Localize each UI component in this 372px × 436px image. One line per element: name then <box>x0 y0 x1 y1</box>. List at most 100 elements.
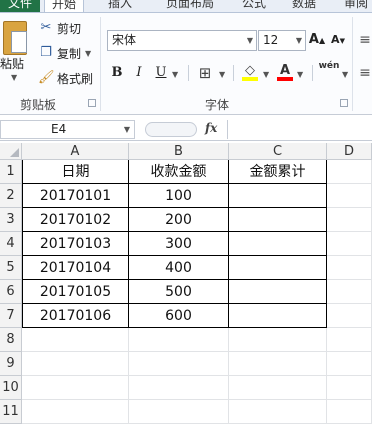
table-cell-date[interactable]: 20170105 <box>22 280 129 304</box>
fill-color-button[interactable]: ◇ <box>241 61 259 81</box>
table-cell-date[interactable]: 20170103 <box>22 232 129 256</box>
tab-formulas[interactable]: 公式 <box>242 0 266 12</box>
tab-home[interactable]: 开始 <box>44 0 84 12</box>
row-header-6[interactable]: 6 <box>0 280 22 304</box>
table-cell-date[interactable]: 20170101 <box>22 184 129 208</box>
table-cell-cumulative[interactable] <box>229 256 327 280</box>
table-cell[interactable] <box>129 376 229 400</box>
table-cell[interactable] <box>327 160 372 184</box>
table-cell[interactable] <box>327 328 372 352</box>
table-cell-amount[interactable]: 300 <box>129 232 229 256</box>
font-color-glyph: A <box>279 63 291 78</box>
row-header-9[interactable]: 9 <box>0 352 22 376</box>
table-cell[interactable] <box>229 328 327 352</box>
table-cell[interactable] <box>22 328 129 352</box>
table-cell-date[interactable]: 20170104 <box>22 256 129 280</box>
column-header-d[interactable]: D <box>327 143 372 160</box>
italic-button[interactable]: I <box>131 63 147 83</box>
table-cell[interactable] <box>129 352 229 376</box>
tab-page-layout[interactable]: 页面布局 <box>166 0 214 12</box>
row-header-4[interactable]: 4 <box>0 232 22 256</box>
table-cell[interactable] <box>22 400 129 424</box>
table-cell[interactable] <box>129 400 229 424</box>
table-cell[interactable] <box>129 328 229 352</box>
table-cell-cumulative[interactable] <box>229 304 327 328</box>
table-cell[interactable] <box>327 256 372 280</box>
table-cell[interactable] <box>229 400 327 424</box>
formula-input[interactable] <box>227 120 372 139</box>
row-header-1[interactable]: 1 <box>0 160 22 184</box>
table-cell[interactable] <box>229 376 327 400</box>
select-all-button[interactable] <box>0 143 22 160</box>
cut-button[interactable]: ✂ 剪切 <box>38 19 81 37</box>
table-cell-cumulative[interactable] <box>229 184 327 208</box>
table-header-cell[interactable]: 收款金额 <box>129 160 229 184</box>
chevron-down-icon[interactable]: ▼ <box>297 70 303 79</box>
align-icon[interactable]: ≡ <box>358 63 372 83</box>
bold-button[interactable]: B <box>109 63 125 83</box>
table-cell[interactable] <box>229 352 327 376</box>
table-cell-amount[interactable]: 200 <box>129 208 229 232</box>
underline-button[interactable]: U <box>153 63 169 83</box>
table-cell-date[interactable]: 20170106 <box>22 304 129 328</box>
row-header-11[interactable]: 11 <box>0 400 22 424</box>
clipboard-dialog-launcher-icon[interactable] <box>88 99 96 107</box>
table-cell-amount[interactable]: 100 <box>129 184 229 208</box>
row-header-2[interactable]: 2 <box>0 184 22 208</box>
font-color-swatch <box>277 77 293 81</box>
chevron-down-icon: ▼ <box>246 36 253 45</box>
table-cell[interactable] <box>327 184 372 208</box>
column-header-c[interactable]: C <box>229 143 327 160</box>
chevron-down-icon[interactable]: ▼ <box>172 70 178 79</box>
font-color-button[interactable]: A <box>276 61 294 81</box>
table-header-cell[interactable]: 日期 <box>22 160 129 184</box>
table-cell[interactable] <box>327 208 372 232</box>
name-box[interactable]: E4 ▼ <box>0 120 135 139</box>
tab-file[interactable]: 文件 <box>0 0 40 12</box>
table-cell-cumulative[interactable] <box>229 232 327 256</box>
chevron-down-icon[interactable]: ▼ <box>342 70 348 79</box>
column-header-b[interactable]: B <box>129 143 229 160</box>
fill-color-swatch <box>242 77 258 81</box>
font-dialog-launcher-icon[interactable] <box>340 99 348 107</box>
chevron-down-icon[interactable]: ▼ <box>219 70 225 79</box>
table-cell[interactable] <box>327 352 372 376</box>
align-icon[interactable]: ≡ <box>358 30 372 50</box>
table-header-cell[interactable]: 金额累计 <box>229 160 327 184</box>
table-cell-cumulative[interactable] <box>229 208 327 232</box>
table-cell[interactable] <box>327 304 372 328</box>
column-header-a[interactable]: A <box>22 143 129 160</box>
grow-font-button[interactable]: A▲ <box>308 30 326 50</box>
table-cell-amount[interactable]: 500 <box>129 280 229 304</box>
copy-button[interactable]: ❐ 复制 ▼ <box>38 44 91 62</box>
font-name-select[interactable]: 宋体 ▼ <box>107 30 257 51</box>
table-cell-e4[interactable] <box>327 232 372 256</box>
table-cell[interactable] <box>22 376 129 400</box>
row-header-3[interactable]: 3 <box>0 208 22 232</box>
tab-insert[interactable]: 插入 <box>108 0 132 12</box>
formula-bar: E4 ▼ fx <box>0 119 372 141</box>
table-cell-cumulative[interactable] <box>229 280 327 304</box>
font-size-select[interactable]: 12 ▼ <box>258 30 306 51</box>
table-cell[interactable] <box>22 352 129 376</box>
row-header-10[interactable]: 10 <box>0 376 22 400</box>
borders-icon[interactable]: ⊞ <box>196 63 214 83</box>
phonetic-guide-button[interactable]: wén <box>318 60 340 80</box>
row-header-8[interactable]: 8 <box>0 328 22 352</box>
tab-review[interactable]: 审阅 <box>344 0 368 12</box>
table-cell[interactable] <box>327 376 372 400</box>
formula-bar-resize-handle[interactable] <box>145 122 197 137</box>
table-cell[interactable] <box>327 400 372 424</box>
table-cell-amount[interactable]: 600 <box>129 304 229 328</box>
format-painter-button[interactable]: 🖌 格式刷 <box>38 69 93 87</box>
shrink-font-button[interactable]: A▼ <box>329 30 347 50</box>
chevron-down-icon[interactable]: ▼ <box>85 49 91 58</box>
table-cell[interactable] <box>327 280 372 304</box>
row-header-7[interactable]: 7 <box>0 304 22 328</box>
chevron-down-icon[interactable]: ▼ <box>263 70 269 79</box>
tab-data[interactable]: 数据 <box>292 0 316 12</box>
table-cell-date[interactable]: 20170102 <box>22 208 129 232</box>
table-cell-amount[interactable]: 400 <box>129 256 229 280</box>
row-header-5[interactable]: 5 <box>0 256 22 280</box>
insert-function-icon[interactable]: fx <box>205 121 217 135</box>
